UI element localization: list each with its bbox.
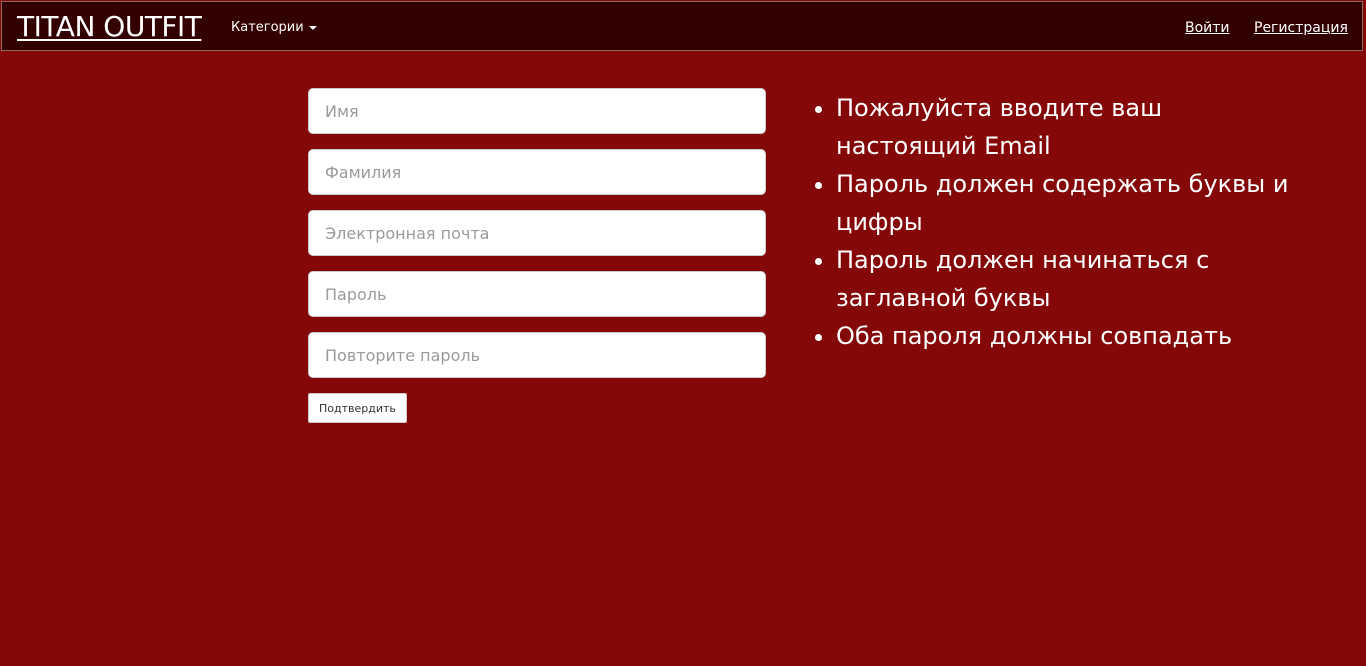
top-navbar: TITAN OUTFIT Категории Войти Регистрация [1,1,1363,51]
rule-item: Пароль должен содержать буквы и цифры [836,165,1306,241]
password-repeat-input[interactable] [308,332,766,378]
register-link[interactable]: Регистрация [1254,18,1348,38]
registration-form: Подтвердить [308,88,766,423]
submit-button[interactable]: Подтвердить [308,393,407,423]
rule-item: Пароль должен начинаться с заглавной бук… [836,241,1306,317]
caret-down-icon [308,25,317,30]
brand-logo-link[interactable]: TITAN OUTFIT [17,9,202,45]
categories-dropdown[interactable]: Категории [231,18,317,38]
email-input[interactable] [308,210,766,256]
last-name-input[interactable] [308,149,766,195]
rule-item: Пожалуйста вводите ваш настоящий Email [836,89,1306,165]
categories-label: Категории [231,20,304,35]
login-link[interactable]: Войти [1185,18,1230,38]
rule-item: Оба пароля должны совпадать [836,317,1306,355]
password-input[interactable] [308,271,766,317]
password-rules-list: Пожалуйста вводите ваш настоящий Email П… [808,89,1306,355]
first-name-input[interactable] [308,88,766,134]
